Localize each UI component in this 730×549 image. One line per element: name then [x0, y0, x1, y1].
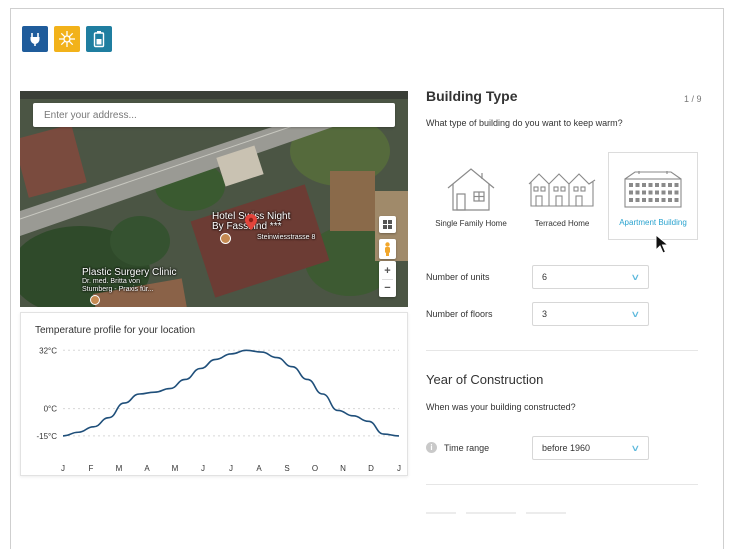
time-range-label: Time range	[444, 443, 490, 453]
apartment-building-icon	[624, 171, 682, 208]
temperature-series-line	[62, 349, 400, 437]
chart-x-tick-label: S	[284, 464, 289, 473]
section-divider	[426, 350, 698, 351]
chevron-down-icon: ∨	[630, 308, 641, 319]
faded-next-section	[426, 512, 586, 516]
address-input[interactable]	[33, 103, 395, 127]
zoom-in-button[interactable]: +	[384, 263, 390, 279]
chart-x-tick-label: M	[116, 464, 123, 473]
building-option-apartment[interactable]: Apartment Building	[608, 152, 698, 240]
map-label-street: Steinwiesstrasse 8	[257, 234, 316, 241]
building-option-single-family[interactable]: Single Family Home	[426, 152, 516, 240]
chart-x-tick-label: O	[312, 464, 318, 473]
step-indicator: 1 / 9	[684, 94, 702, 104]
chart-x-tick-label: N	[340, 464, 346, 473]
building-option-terraced[interactable]: Terraced Home	[517, 152, 607, 240]
floors-select[interactable]: 3 ∨	[532, 302, 649, 326]
map-pin-icon[interactable]	[245, 214, 257, 235]
map-type-icon[interactable]	[379, 216, 396, 233]
chart-x-tick-label: A	[144, 464, 150, 473]
info-icon[interactable]: i	[426, 442, 437, 453]
chevron-down-icon: ∨	[630, 271, 641, 282]
street-view-pegman-icon[interactable]	[379, 239, 396, 259]
mouse-cursor-icon	[655, 233, 670, 259]
units-value: 6	[542, 272, 548, 282]
building-type-title: Building Type	[426, 88, 518, 104]
units-label: Number of units	[426, 272, 490, 282]
clinic-poi-icon[interactable]	[90, 295, 100, 305]
chart-x-tick-label: J	[397, 464, 401, 473]
time-range-select[interactable]: before 1960 ∨	[532, 436, 649, 460]
zoom-controls: + −	[379, 261, 396, 297]
building-option-label: Single Family Home	[435, 219, 507, 228]
chart-x-tick-label: F	[89, 464, 94, 473]
time-range-value: before 1960	[542, 443, 591, 453]
terraced-home-icon	[528, 173, 596, 207]
chart-y-tick-label: 32°C	[39, 346, 57, 355]
single-family-home-icon	[447, 168, 495, 211]
map-label-clinic-line3: Stumberg - Praxis für...	[82, 286, 154, 293]
map-label-clinic-line2: Dr. med. Britta von	[82, 278, 140, 285]
section-divider	[426, 484, 698, 485]
zoom-out-button[interactable]: −	[384, 280, 390, 296]
sun-icon[interactable]	[54, 26, 80, 52]
top-icon-bar	[22, 26, 112, 52]
satellite-map[interactable]: Hotel Swiss Night By Fassbind *** Steinw…	[20, 91, 408, 307]
chart-x-tick-label: A	[256, 464, 262, 473]
battery-icon[interactable]	[86, 26, 112, 52]
floors-value: 3	[542, 309, 548, 319]
construction-title: Year of Construction	[426, 372, 544, 387]
units-select[interactable]: 6 ∨	[532, 265, 649, 289]
power-plug-icon[interactable]	[22, 26, 48, 52]
chart-y-tick-label: 0°C	[44, 405, 58, 414]
chart-x-tick-label: J	[61, 464, 65, 473]
chevron-down-icon: ∨	[630, 442, 641, 453]
chart-x-tick-label: J	[201, 464, 205, 473]
building-type-question: What type of building do you want to kee…	[426, 118, 623, 128]
building-option-label: Apartment Building	[619, 218, 687, 227]
chart-y-tick-label: -15°C	[36, 432, 57, 441]
chart-x-tick-label: D	[368, 464, 374, 473]
construction-question: When was your building constructed?	[426, 402, 576, 412]
chart-x-tick-label: M	[172, 464, 179, 473]
map-label-clinic-line1: Plastic Surgery Clinic	[82, 267, 177, 278]
hotel-poi-icon[interactable]	[220, 233, 231, 244]
floors-label: Number of floors	[426, 309, 493, 319]
temperature-chart-card: Temperature profile for your location 32…	[20, 312, 408, 476]
temperature-chart: 32°C 0°C -15°C J F M A M J J A S O N D J	[36, 346, 401, 473]
building-option-label: Terraced Home	[534, 219, 590, 228]
chart-x-tick-label: J	[229, 464, 233, 473]
